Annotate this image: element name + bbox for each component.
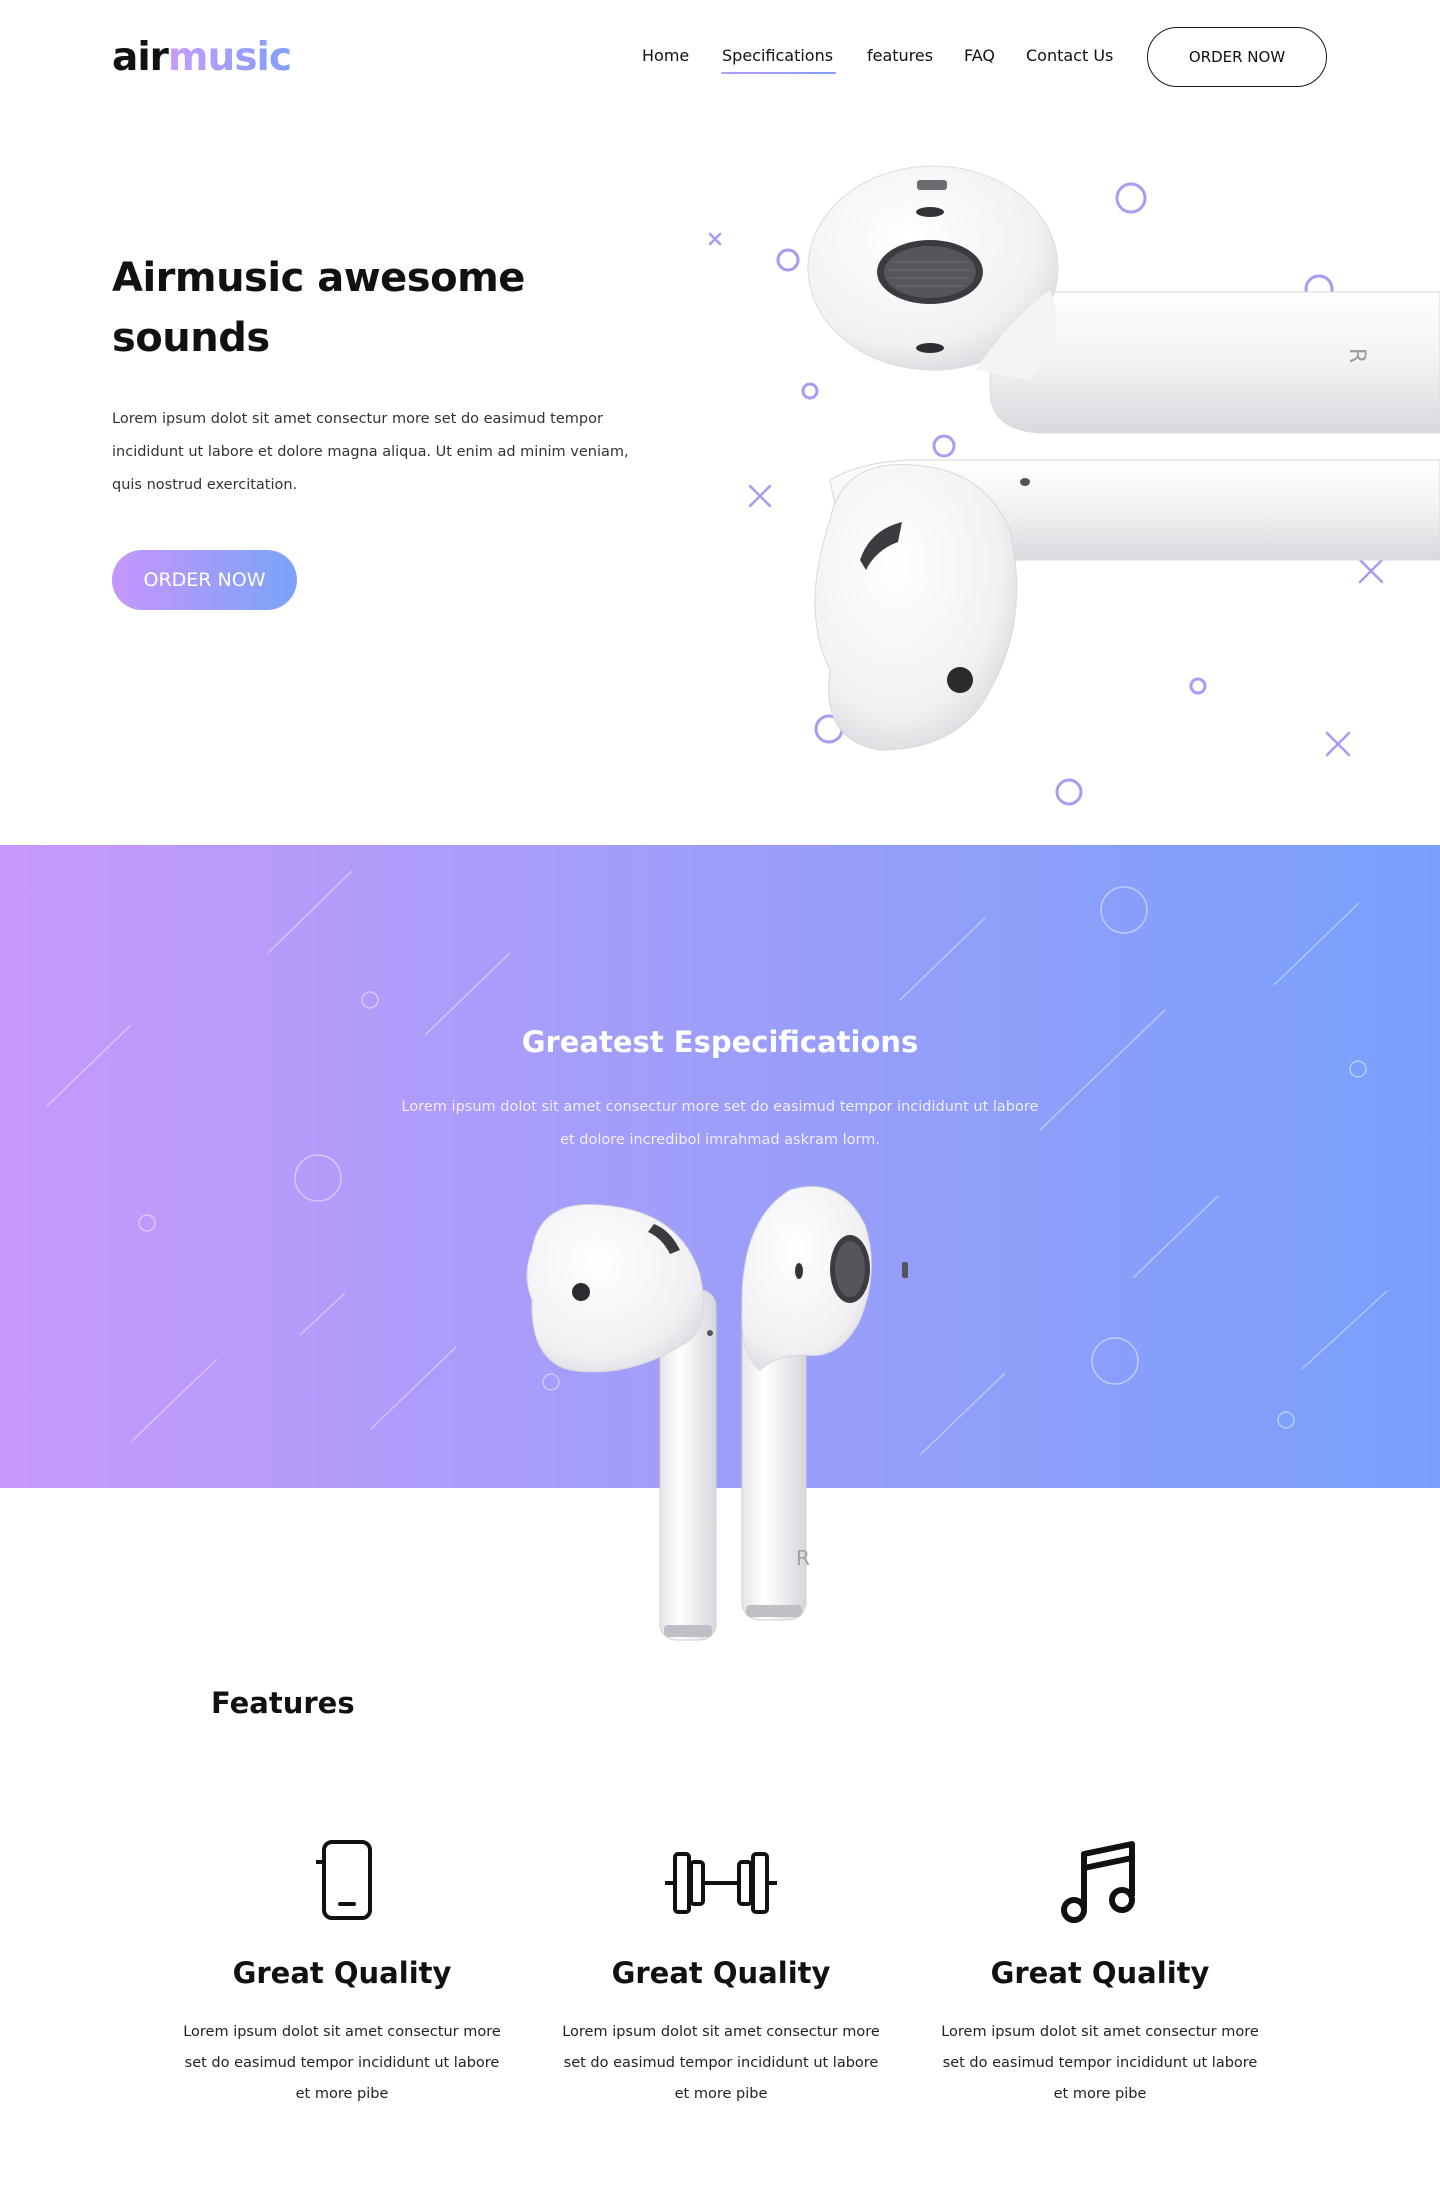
- nav-features[interactable]: features: [867, 44, 933, 68]
- feature-description-2: Lorem ipsum dolot sit amet consectur mor…: [562, 2024, 880, 2102]
- svg-text:R: R: [796, 1546, 810, 1570]
- header-order-now-button[interactable]: ORDER NOW: [1147, 27, 1327, 87]
- music-note-icon: [1031, 1838, 1171, 1928]
- feature-title-1: Great Quality: [232, 1956, 452, 1990]
- nav-home[interactable]: Home: [642, 44, 689, 68]
- spec-airpod-left: [526, 1204, 717, 1641]
- dumbbell-icon: [651, 1838, 791, 1928]
- phone-icon: [272, 1838, 412, 1928]
- hero-title: Airmusic awesome sounds: [112, 255, 525, 361]
- specifications-airpods-image: R: [526, 1186, 908, 1641]
- svg-text:R: R: [1344, 348, 1369, 363]
- logo[interactable]: airmusic: [112, 34, 292, 82]
- logo-part-air: air: [112, 35, 169, 80]
- hero-airpods-image: R: [708, 165, 1440, 806]
- feature-description-1: Lorem ipsum dolot sit amet consectur mor…: [183, 2024, 501, 2102]
- feature-title-2: Great Quality: [611, 1956, 831, 1990]
- specifications-title: Greatest Especifications: [521, 1025, 919, 1059]
- nav-contact-us[interactable]: Contact Us: [1026, 44, 1113, 68]
- feature-title-3: Great Quality: [990, 1956, 1210, 1990]
- hero-airpod-bottom: [814, 459, 1440, 751]
- feature-description-3: Lorem ipsum dolot sit amet consectur mor…: [941, 2024, 1259, 2102]
- hero-description: Lorem ipsum dolot sit amet consectur mor…: [112, 411, 629, 493]
- logo-part-music: music: [167, 35, 292, 80]
- specifications-description: Lorem ipsum dolot sit amet consectur mor…: [401, 1099, 1039, 1148]
- nav-faq[interactable]: FAQ: [964, 44, 995, 68]
- nav-specifications[interactable]: Specifications: [720, 44, 837, 74]
- hero-airpod-top: R: [807, 165, 1440, 434]
- hero-order-now-button[interactable]: ORDER NOW: [112, 550, 297, 610]
- spec-airpod-right: R: [741, 1186, 908, 1621]
- features-title: Features: [211, 1686, 355, 1720]
